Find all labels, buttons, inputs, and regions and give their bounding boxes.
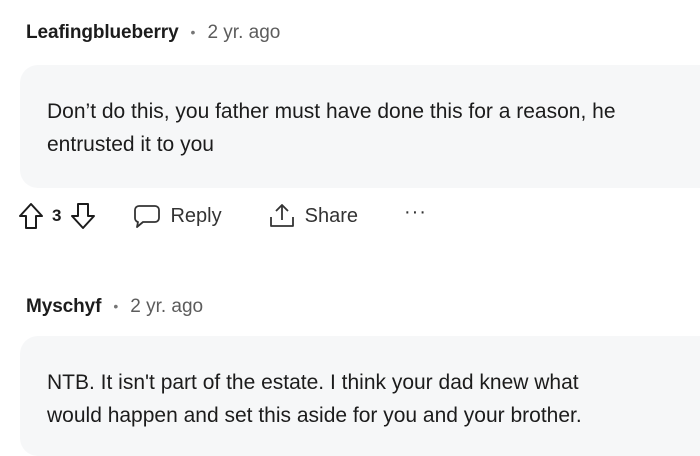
comment-body: Don’t do this, you father must have done… bbox=[20, 65, 700, 188]
comment-text-line: would happen and set this aside for you … bbox=[47, 404, 582, 427]
comment-meta: Leafingblueberry • 2 yr. ago bbox=[26, 21, 280, 45]
vote-count: 3 bbox=[52, 206, 62, 225]
upvote-button[interactable] bbox=[18, 202, 44, 230]
speech-bubble-icon bbox=[134, 205, 161, 228]
comment-actions: 3 Reply Share ··· bbox=[18, 200, 427, 232]
downvote-arrow-icon bbox=[71, 203, 96, 229]
comment-text-line: entrusted it to you bbox=[47, 133, 214, 156]
comment-text-line: Don’t do this, you father must have done… bbox=[47, 100, 616, 123]
comment-text-line: NTB. It isn't part of the estate. I thin… bbox=[47, 371, 579, 394]
author-name[interactable]: Myschyf bbox=[26, 296, 101, 318]
comment-body: NTB. It isn't part of the estate. I thin… bbox=[20, 336, 700, 456]
comment-timestamp[interactable]: 2 yr. ago bbox=[207, 22, 280, 44]
author-name[interactable]: Leafingblueberry bbox=[26, 22, 179, 44]
reply-button[interactable]: Reply bbox=[133, 203, 222, 229]
reply-label: Reply bbox=[170, 204, 222, 227]
meta-separator: • bbox=[113, 298, 119, 314]
upvote-arrow-icon bbox=[19, 203, 43, 229]
comment-meta: Myschyf • 2 yr. ago bbox=[26, 295, 203, 319]
comment-text: NTB. It isn't part of the estate. I thin… bbox=[47, 366, 582, 432]
more-options-button[interactable]: ··· bbox=[404, 201, 427, 224]
comment-timestamp[interactable]: 2 yr. ago bbox=[130, 296, 203, 318]
meta-separator: • bbox=[190, 24, 196, 40]
share-icon bbox=[269, 204, 294, 227]
share-label: Share bbox=[304, 204, 358, 227]
comment-text: Don’t do this, you father must have done… bbox=[47, 95, 616, 161]
downvote-button[interactable] bbox=[70, 202, 96, 230]
share-button[interactable]: Share bbox=[268, 202, 358, 230]
